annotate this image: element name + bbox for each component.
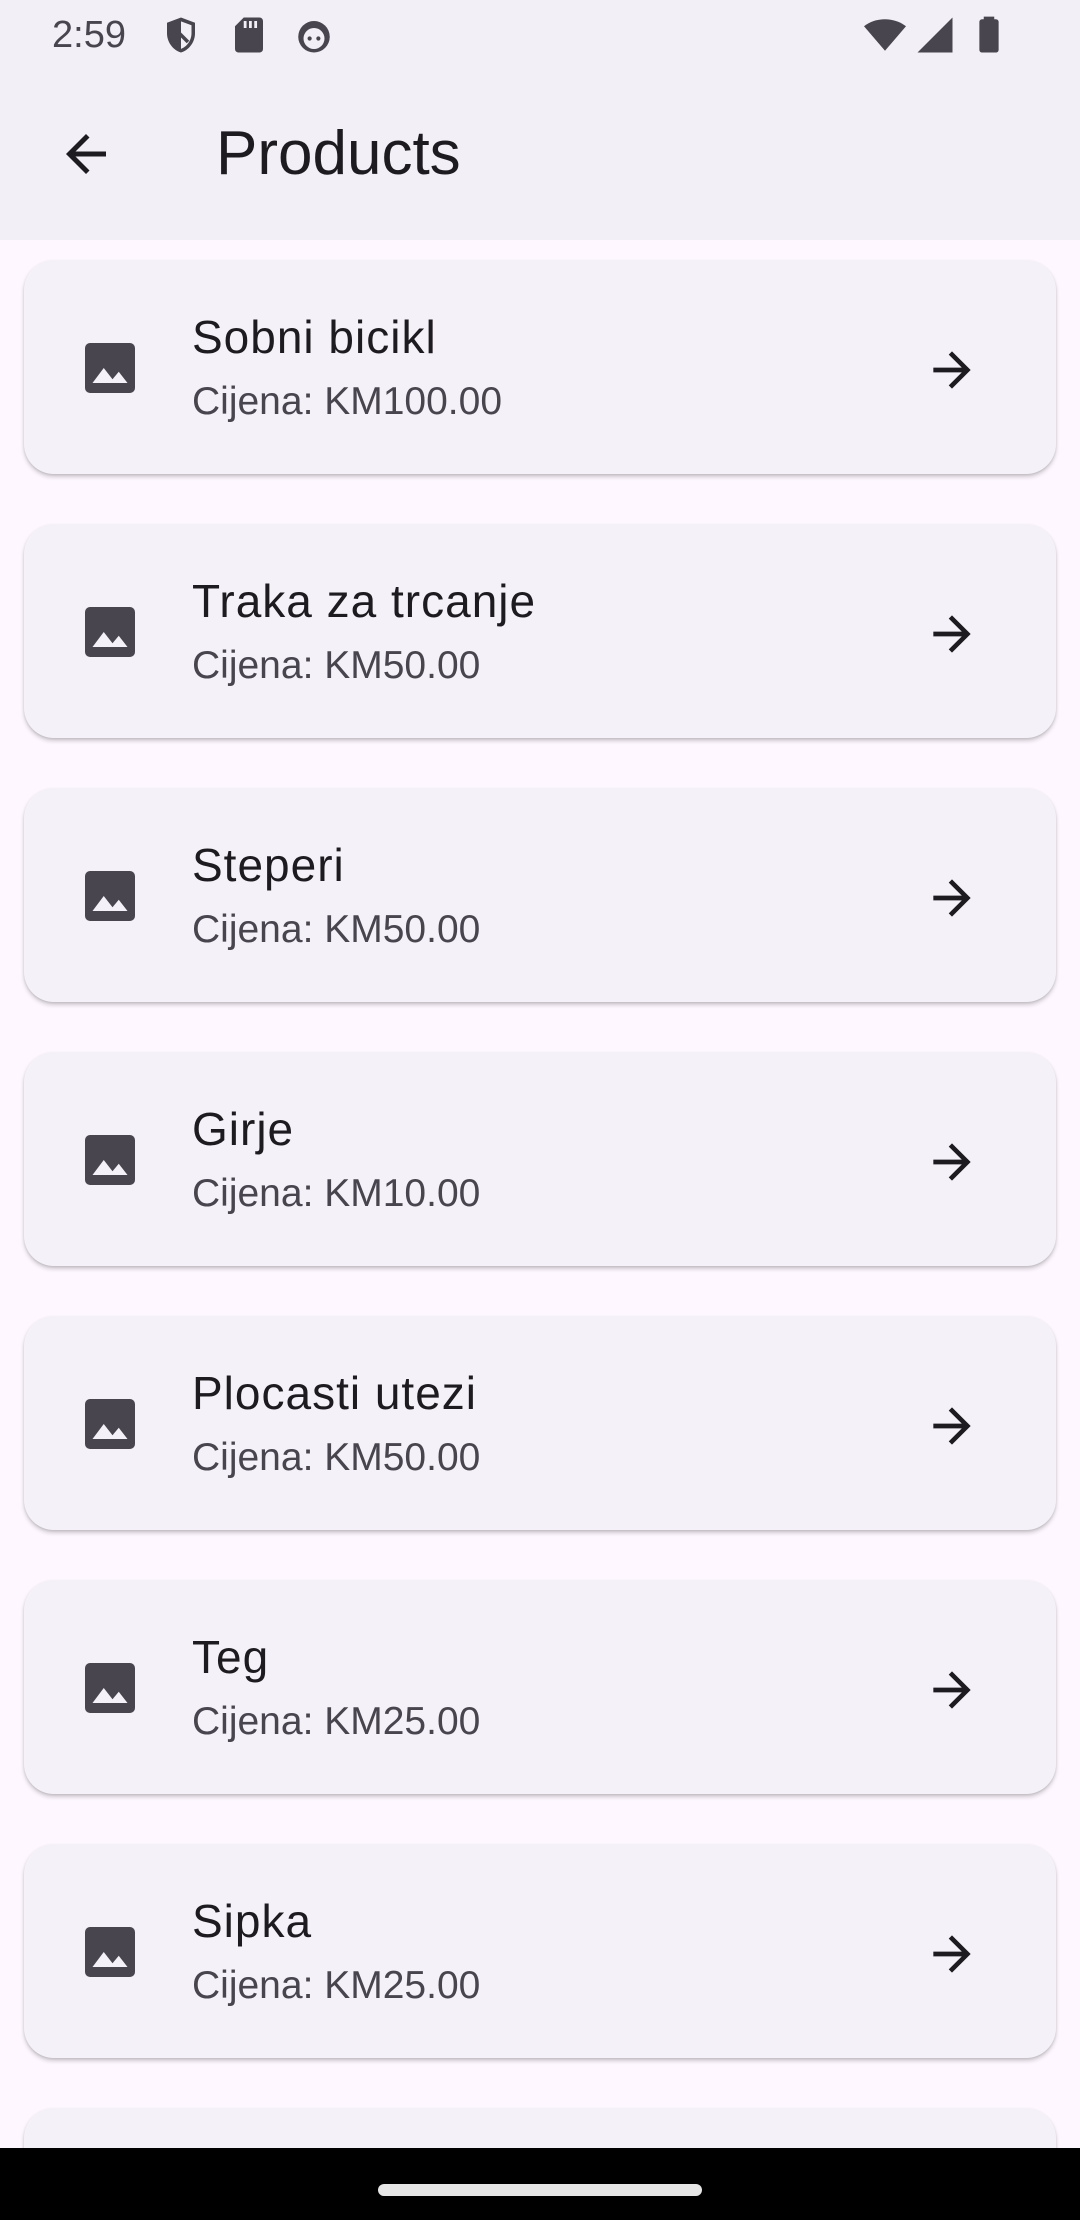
image-placeholder-icon (80, 1658, 140, 1718)
product-card[interactable]: Teg Cijena: KM25.00 (24, 1580, 1056, 1794)
product-price: Cijena: KM50.00 (192, 1436, 481, 1479)
product-name: Girje (192, 1103, 295, 1155)
image-placeholder-icon (80, 1922, 140, 1982)
product-name: Sobni bicikl (192, 311, 437, 363)
wifi-icon (862, 14, 908, 56)
image-placeholder-icon (80, 866, 140, 926)
back-button[interactable] (44, 114, 128, 198)
product-name: Plocasti utezi (192, 1367, 478, 1419)
product-name: Steperi (192, 839, 345, 891)
product-card[interactable]: Sipka Cijena: KM25.00 (24, 1844, 1056, 2058)
image-placeholder-icon (80, 602, 140, 662)
status-time: 2:59 (52, 14, 126, 56)
arrow-forward-icon[interactable] (924, 870, 980, 926)
sd-card-icon (228, 14, 270, 56)
page-title: Products (216, 119, 461, 188)
shield-icon (160, 14, 202, 56)
product-price: Cijena: KM10.00 (192, 1172, 481, 1215)
product-card[interactable]: Sobni bicikl Cijena: KM100.00 (24, 260, 1056, 474)
product-card[interactable]: Traka za trcanje Cijena: KM50.00 (24, 524, 1056, 738)
arrow-forward-icon[interactable] (924, 1662, 980, 1718)
image-placeholder-icon (80, 1130, 140, 1190)
status-bar: 2:59 (0, 0, 1080, 72)
product-price: Cijena: KM50.00 (192, 644, 481, 687)
battery-icon (968, 14, 1010, 56)
arrow-back-icon (56, 124, 116, 189)
product-card[interactable]: Plocasti utezi Cijena: KM50.00 (24, 1316, 1056, 1530)
image-placeholder-icon (80, 338, 140, 398)
product-card[interactable]: Steperi Cijena: KM50.00 (24, 788, 1056, 1002)
product-price: Cijena: KM25.00 (192, 1700, 481, 1743)
app-bar: Products (0, 72, 1080, 240)
product-list[interactable]: Sobni bicikl Cijena: KM100.00 Traka za t… (0, 240, 1080, 2148)
product-name: Teg (192, 1631, 270, 1683)
product-name: Sipka (192, 1895, 313, 1947)
arrow-forward-icon[interactable] (924, 342, 980, 398)
image-placeholder-icon (80, 1394, 140, 1454)
product-price: Cijena: KM100.00 (192, 380, 503, 423)
arrow-forward-icon[interactable] (924, 1926, 980, 1982)
arrow-forward-icon[interactable] (924, 1398, 980, 1454)
product-name: Traka za trcanje (192, 575, 537, 627)
android-face-icon (293, 14, 335, 56)
product-card-partial[interactable] (24, 2108, 1056, 2148)
system-navigation-bar (0, 2148, 1080, 2220)
home-gesture-handle[interactable] (378, 2184, 702, 2196)
product-card[interactable]: Girje Cijena: KM10.00 (24, 1052, 1056, 1266)
product-price: Cijena: KM50.00 (192, 908, 481, 951)
signal-icon (914, 14, 956, 56)
arrow-forward-icon[interactable] (924, 1134, 980, 1190)
product-price: Cijena: KM25.00 (192, 1964, 481, 2007)
arrow-forward-icon[interactable] (924, 606, 980, 662)
